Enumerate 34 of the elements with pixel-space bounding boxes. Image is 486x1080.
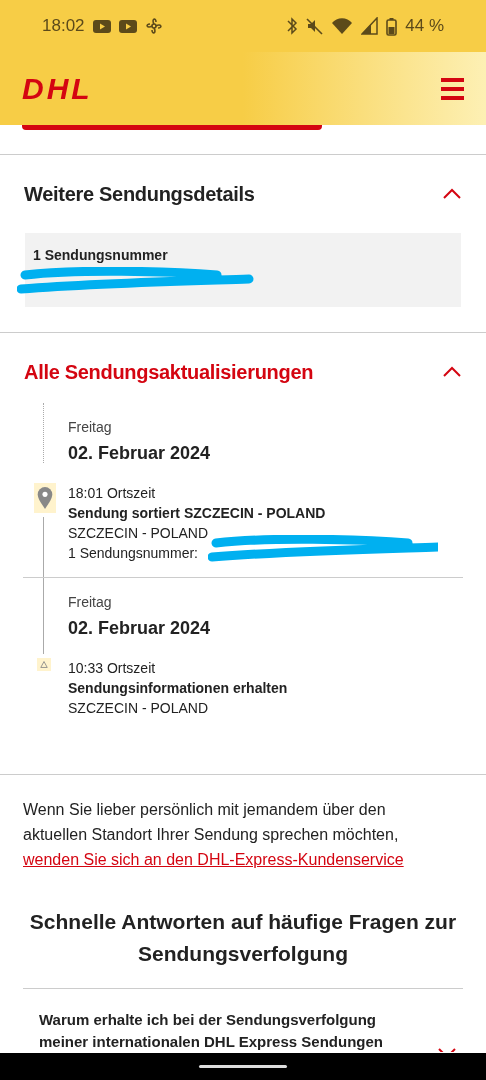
faq-question[interactable]: Warum erhalte ich bei der Sendungsverfolgung meiner internationalen DHL Express Sendungen bbox=[39, 1009, 423, 1053]
date-heading: 02. Februar 2024 bbox=[68, 442, 212, 465]
menu-button[interactable] bbox=[441, 76, 464, 101]
event-location: SZCZECIN - POLAND bbox=[68, 524, 209, 543]
menu-icon bbox=[441, 78, 464, 101]
collapse-chevron-icon[interactable] bbox=[442, 366, 462, 378]
event-time: 10:33 Ortszeit bbox=[68, 659, 157, 678]
bluetooth-icon bbox=[286, 17, 299, 35]
contact-paragraph: Wenn Sie lieber persönlich mit jemandem über den aktuellen Standort Ihrer Sendung sprechen möchten, wenden Sie sich an den DHL-Express-Kundenservice bbox=[23, 800, 405, 870]
wifi-icon bbox=[331, 17, 354, 35]
status-time: 18:02 bbox=[42, 15, 85, 38]
fan-icon bbox=[144, 17, 163, 35]
collapse-chevron-icon[interactable] bbox=[442, 188, 462, 200]
mute-icon bbox=[306, 17, 324, 35]
battery-icon bbox=[386, 16, 398, 36]
number-label: 1 Sendungsnummer bbox=[33, 246, 169, 265]
logo: DHL bbox=[22, 73, 93, 104]
battery-percentage: 44 % bbox=[405, 15, 444, 38]
signal-icon bbox=[361, 17, 379, 35]
video-app-icon bbox=[92, 18, 111, 34]
event-title: Sendungsinformationen erhalten bbox=[68, 679, 289, 698]
event-location: SZCZECIN - POLAND bbox=[68, 699, 209, 718]
event-title: Sendung sortiert SZCZECIN - POLAND bbox=[68, 504, 327, 523]
weekday: Freitag bbox=[68, 418, 113, 437]
faq-heading: Schnelle Antworten auf häufige Fragen zur Sendungsverfolgung bbox=[28, 909, 458, 967]
weekday: Freitag bbox=[68, 593, 113, 612]
section-title[interactable]: Alle Sendungsaktualisierungen bbox=[24, 357, 314, 387]
customer-service-link[interactable]: wenden Sie sich an den DHL-Express-Kundenservice bbox=[23, 851, 404, 868]
date-heading: 02. Februar 2024 bbox=[68, 617, 212, 640]
section-title[interactable]: Weitere Sendungsdetails bbox=[24, 179, 255, 209]
expand-chevron-icon[interactable] bbox=[437, 1047, 457, 1052]
number-label: 1 Sendungsnummer: bbox=[68, 545, 198, 561]
video-app-icon bbox=[118, 18, 137, 34]
event-time: 18:01 Ortszeit bbox=[68, 484, 157, 503]
